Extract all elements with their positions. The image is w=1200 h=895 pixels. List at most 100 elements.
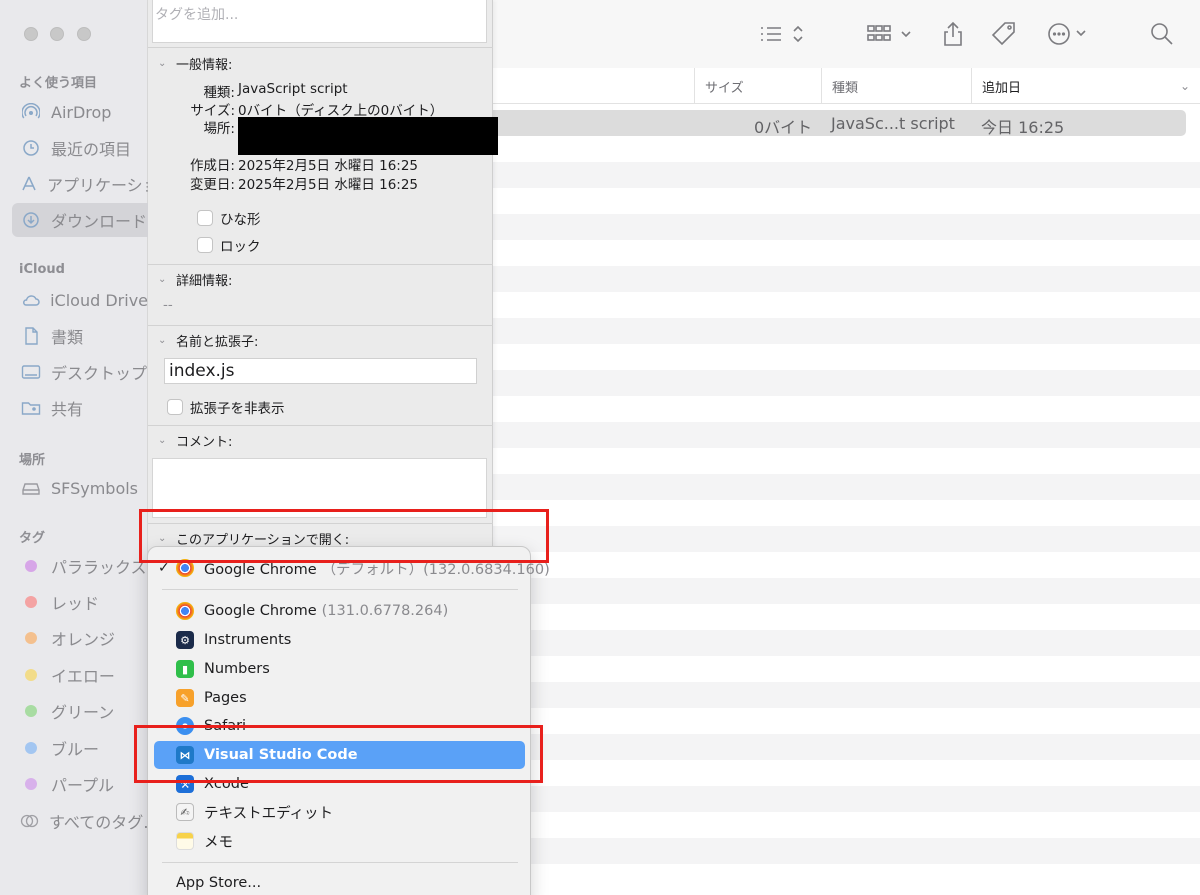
sidebar-tag-orange[interactable]: オレンジ: [12, 621, 148, 655]
sidebar-item-label: パララックス: [51, 558, 147, 577]
sidebar-tag-green[interactable]: グリーン: [12, 694, 148, 728]
sidebar-item-label: アプリケーション: [47, 176, 148, 195]
airdrop-icon: [20, 103, 42, 121]
annotation-highlight-open-with: [139, 509, 549, 563]
file-size-cell: 0バイト: [754, 118, 813, 137]
section-name-extension[interactable]: ⌄ 名前と拡張子:: [158, 331, 258, 350]
sidebar-item-label: イエロー: [51, 667, 115, 686]
menu-item-textedit[interactable]: ✍ テキストエディット: [154, 798, 525, 826]
sidebar-all-tags[interactable]: すべてのタグ…: [12, 804, 148, 838]
menu-item-label: App Store...: [176, 875, 262, 891]
sidebar-item-label: レッド: [51, 594, 100, 613]
sidebar-tag-parallax[interactable]: パララックス: [12, 549, 148, 583]
sidebar-item-label: AirDrop: [51, 102, 112, 122]
list-view-icon: [761, 25, 803, 43]
empty-row: [493, 474, 1200, 500]
empty-row: [493, 318, 1200, 344]
menu-divider: [162, 862, 518, 863]
menu-item-label: Instruments: [204, 632, 292, 648]
chevron-down-icon: ⌄: [1179, 79, 1190, 93]
section-general-title: 一般情報:: [176, 58, 233, 73]
sidebar-item-documents[interactable]: 書類: [12, 319, 148, 353]
menu-item-label: Google Chrome: [204, 561, 317, 578]
section-comments-title: コメント:: [176, 435, 233, 450]
tag-color-dot: [25, 596, 37, 608]
sidebar-item-airdrop[interactable]: AirDrop: [12, 95, 148, 129]
sidebar-item-label: 書類: [51, 328, 84, 347]
sidebar-tag-blue[interactable]: ブルー: [12, 731, 148, 765]
menu-item-version: （デフォルト）(132.0.6834.160): [321, 561, 550, 578]
search-button[interactable]: [1149, 20, 1175, 48]
tag-icon: [991, 22, 1015, 46]
sidebar-item-desktop[interactable]: デスクトップ: [12, 355, 148, 389]
textedit-icon: ✍: [176, 803, 194, 821]
open-with-menu: ✓ Google Chrome （デフォルト）(132.0.6834.160) G…: [147, 546, 550, 895]
locked-checkbox[interactable]: ロック: [197, 235, 261, 255]
info-size-label: サイズ:: [190, 103, 235, 119]
sidebar-item-applications[interactable]: アプリケーション: [12, 167, 148, 201]
sidebar-item-label: すべてのタグ…: [49, 813, 148, 832]
menu-item-chrome[interactable]: Google Chrome (131.0.6778.264): [154, 597, 525, 625]
download-icon: [20, 211, 42, 229]
column-size[interactable]: サイズ: [694, 68, 821, 104]
sidebar-item-label: 共有: [51, 400, 84, 419]
section-general[interactable]: ⌄ 一般情報:: [158, 54, 232, 73]
ellipsis-circle-icon: [1048, 23, 1086, 45]
menu-item-pages[interactable]: ✎ Pages: [154, 684, 525, 712]
sidebar-tag-red[interactable]: レッド: [12, 585, 148, 619]
stationery-checkbox[interactable]: ひな形: [197, 208, 261, 228]
zoom-window-button[interactable]: [77, 27, 91, 41]
menu-item-app-store[interactable]: App Store...: [154, 869, 525, 895]
sidebar-item-sfsymbols[interactable]: SFSymbols: [12, 471, 148, 505]
sidebar-item-label: オレンジ: [51, 630, 116, 649]
disk-icon: [20, 480, 42, 496]
sidebar-item-shared[interactable]: 共有: [12, 391, 148, 425]
tag-button[interactable]: [990, 20, 1018, 48]
empty-row: [493, 448, 1200, 474]
sidebar-item-recents[interactable]: 最近の項目: [12, 131, 148, 165]
minimize-window-button[interactable]: [50, 27, 64, 41]
close-window-button[interactable]: [24, 27, 38, 41]
sidebar-tag-yellow[interactable]: イエロー: [12, 658, 148, 692]
empty-row: [493, 396, 1200, 422]
sidebar-item-icloud-drive[interactable]: iCloud Drive: [12, 283, 148, 317]
file-kind-cell: JavaSc...t script: [831, 114, 955, 133]
menu-item-instruments[interactable]: ⚙ Instruments: [154, 626, 525, 654]
all-tags-icon: [20, 814, 40, 828]
divider: [148, 325, 493, 326]
toolbar: [493, 0, 1200, 68]
sidebar-header-tags: タグ: [19, 531, 46, 546]
section-comments[interactable]: ⌄ コメント:: [158, 431, 232, 450]
cloud-icon: [20, 292, 41, 308]
column-kind-label: 種類: [832, 80, 859, 96]
hide-extension-checkbox[interactable]: 拡張子を非表示: [167, 397, 285, 417]
info-kind-value: JavaScript script: [238, 81, 348, 97]
sidebar-item-label: 最近の項目: [51, 140, 132, 159]
share-button[interactable]: [941, 20, 965, 48]
empty-row: [493, 838, 1200, 864]
menu-item-numbers[interactable]: ▮ Numbers: [154, 655, 525, 683]
more-actions-button[interactable]: [1046, 20, 1094, 48]
sidebar-tag-purple[interactable]: パープル: [12, 767, 148, 801]
menu-item-notes[interactable]: メモ: [154, 827, 525, 855]
sidebar-item-label: デスクトップ: [51, 364, 148, 383]
empty-row: [493, 292, 1200, 318]
sidebar-item-downloads[interactable]: ダウンロード: [12, 203, 148, 237]
group-button[interactable]: [866, 20, 914, 48]
sidebar-item-label: ダウンロード: [51, 212, 148, 231]
tag-input[interactable]: タグを追加...: [152, 0, 487, 43]
filename-field[interactable]: index.js: [164, 358, 477, 384]
empty-row: [493, 422, 1200, 448]
empty-row: [493, 500, 1200, 526]
section-more-info-title: 詳細情報:: [176, 274, 233, 289]
empty-row: [493, 760, 1200, 786]
menu-item-label: メモ: [204, 834, 233, 851]
section-more-info[interactable]: ⌄ 詳細情報:: [158, 270, 232, 289]
info-where-label: 場所:: [203, 121, 235, 137]
column-date-added[interactable]: 追加日 ⌄: [971, 68, 1200, 104]
sidebar-header-locations: 場所: [19, 453, 46, 468]
column-kind[interactable]: 種類: [821, 68, 971, 104]
view-list-button[interactable]: [758, 20, 806, 48]
empty-row: [493, 240, 1200, 266]
file-row-selected[interactable]: 0バイト JavaSc...t script 今日 16:25: [493, 110, 1186, 137]
